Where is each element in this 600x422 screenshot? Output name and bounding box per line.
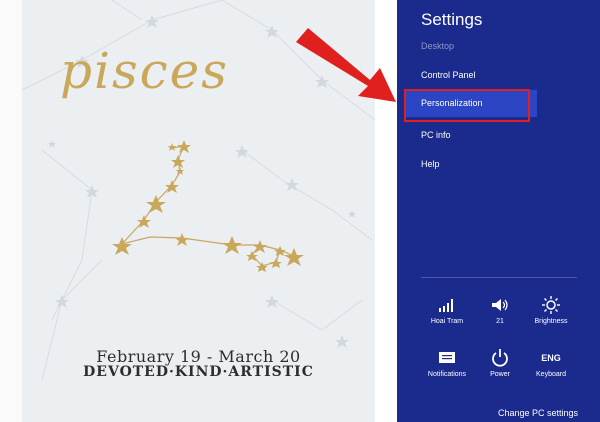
- tile-volume[interactable]: 21: [477, 294, 523, 325]
- volume-icon: [477, 294, 523, 316]
- brightness-icon: [528, 294, 574, 316]
- tile-notifications-label: Notifications: [427, 371, 467, 378]
- red-arrow-annotation: [296, 28, 396, 102]
- left-edge-strip: [0, 0, 22, 422]
- power-icon: [477, 347, 523, 369]
- wifi-signal-icon: [424, 294, 470, 316]
- tile-power-label: Power: [490, 371, 510, 378]
- menu-item-desktop[interactable]: Desktop: [421, 41, 454, 51]
- change-pc-settings-link[interactable]: Change PC settings: [498, 408, 578, 418]
- menu-item-help[interactable]: Help: [421, 159, 440, 169]
- keyboard-language-glyph: ENG: [541, 353, 561, 363]
- menu-item-control-panel[interactable]: Control Panel: [421, 70, 476, 80]
- personalization-highlight-box: [404, 89, 530, 122]
- charm-divider: [421, 277, 577, 278]
- keyboard-icon: ENG: [528, 347, 574, 369]
- settings-title: Settings: [421, 10, 483, 29]
- tile-keyboard[interactable]: ENG Keyboard: [528, 347, 574, 378]
- tile-power[interactable]: Power: [477, 347, 523, 378]
- tile-network[interactable]: Hoai Tram: [424, 294, 470, 325]
- tile-notifications[interactable]: Notifications: [424, 347, 470, 378]
- tile-volume-label: 21: [496, 318, 504, 325]
- menu-item-pc-info[interactable]: PC info: [421, 130, 451, 140]
- tile-brightness-label: Brightness: [534, 318, 568, 325]
- pisces-title: pisces: [60, 42, 229, 100]
- tile-brightness[interactable]: Brightness: [528, 294, 574, 325]
- settings-charm-panel: Settings Desktop Control Panel Personali…: [397, 0, 600, 422]
- tile-keyboard-label: Keyboard: [536, 371, 566, 378]
- tile-network-label: Hoai Tram: [430, 318, 464, 325]
- pisces-traits: DEVOTED·KIND·ARTISTIC: [83, 364, 314, 380]
- notifications-icon: [424, 347, 470, 369]
